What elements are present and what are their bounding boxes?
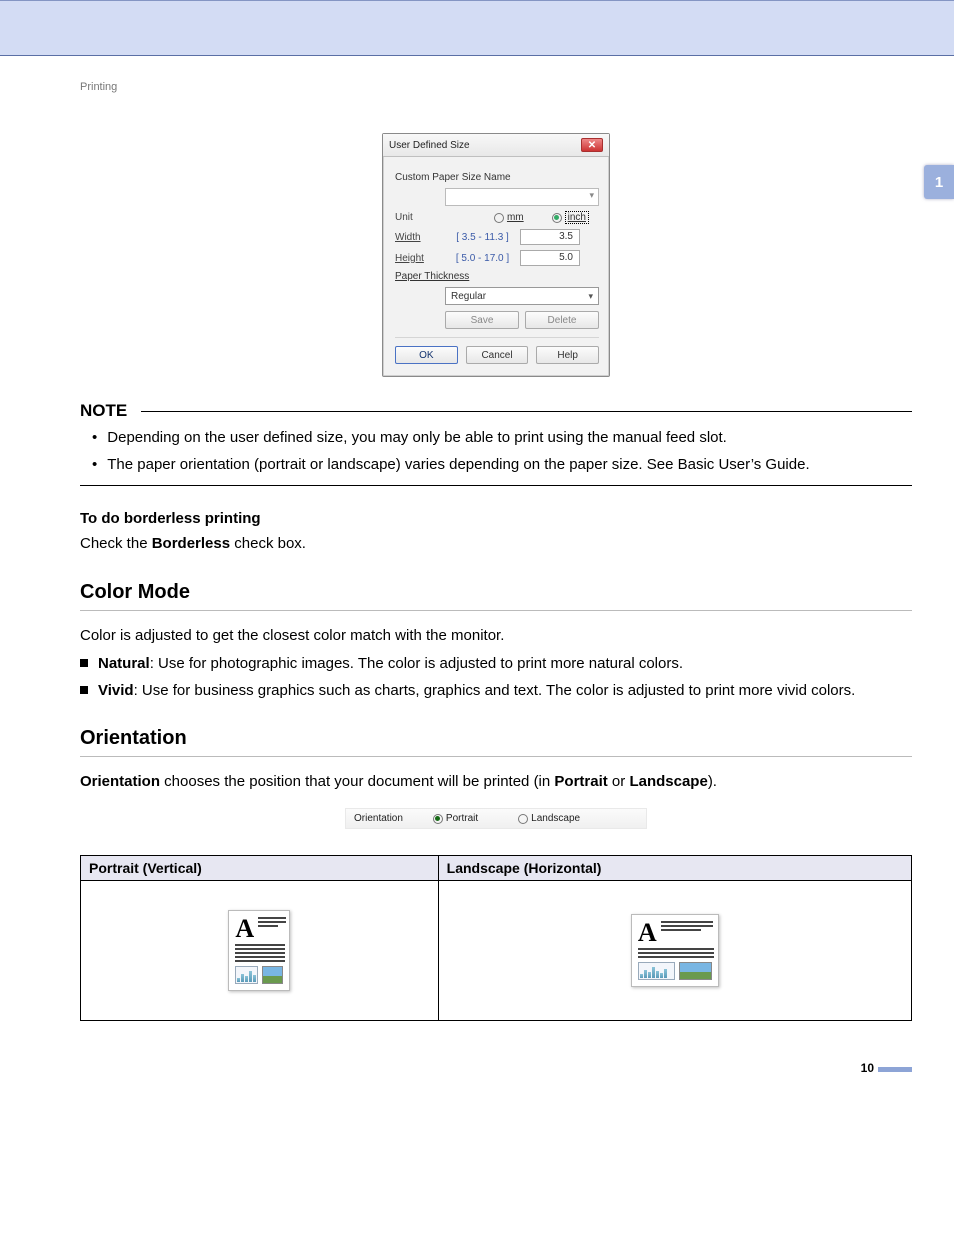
- borderless-heading: To do borderless printing: [80, 510, 912, 527]
- thickness-select[interactable]: Regular: [445, 287, 599, 305]
- orientation-col-portrait: Portrait (Vertical): [81, 856, 439, 881]
- width-label: Width: [395, 232, 445, 243]
- color-mode-item: Natural: Use for photographic images. Th…: [80, 653, 912, 674]
- landscape-radio-label: Landscape: [531, 813, 580, 824]
- unit-inch-label: inch: [565, 211, 589, 224]
- portrait-radio[interactable]: Portrait: [433, 813, 478, 824]
- orientation-heading: Orientation: [80, 727, 912, 750]
- color-mode-item: Vivid: Use for business graphics such as…: [80, 680, 912, 701]
- note-item: The paper orientation (portrait or lands…: [92, 454, 912, 475]
- dialog-titlebar: User Defined Size ✕: [383, 134, 609, 157]
- width-range: [ 3.5 - 11.3 ]: [445, 232, 520, 243]
- save-button[interactable]: Save: [445, 311, 519, 329]
- breadcrumb: Printing: [80, 81, 912, 93]
- portrait-radio-label: Portrait: [446, 813, 478, 824]
- orientation-table: Portrait (Vertical) Landscape (Horizonta…: [80, 855, 912, 1021]
- dialog-close-button[interactable]: ✕: [581, 138, 603, 152]
- custom-name-combobox[interactable]: [445, 188, 599, 206]
- unit-mm-radio[interactable]: mm: [494, 211, 524, 224]
- custom-name-label: Custom Paper Size Name: [395, 172, 511, 183]
- color-mode-intro: Color is adjusted to get the closest col…: [80, 625, 912, 647]
- width-input[interactable]: 3.5: [520, 229, 580, 245]
- landscape-radio[interactable]: Landscape: [518, 813, 580, 824]
- orientation-col-landscape: Landscape (Horizontal): [438, 856, 911, 881]
- note-item: Depending on the user defined size, you …: [92, 427, 912, 448]
- color-mode-heading: Color Mode: [80, 581, 912, 604]
- section-rule: [80, 610, 912, 611]
- page-number: 10: [0, 1061, 912, 1075]
- unit-mm-label: mm: [507, 212, 524, 223]
- top-header-band: [0, 0, 954, 55]
- landscape-sample-icon: A: [631, 914, 719, 987]
- orientation-label: Orientation: [354, 813, 403, 824]
- note-rule: [141, 411, 912, 412]
- delete-button[interactable]: Delete: [525, 311, 599, 329]
- portrait-sample-cell: A: [81, 881, 439, 1021]
- radio-icon: [494, 213, 504, 223]
- height-range: [ 5.0 - 17.0 ]: [445, 253, 520, 264]
- height-label: Height: [395, 253, 445, 264]
- orientation-setting-snippet: Orientation Portrait Landscape: [345, 808, 647, 829]
- cancel-button[interactable]: Cancel: [466, 346, 529, 364]
- chapter-tab: 1: [924, 165, 954, 199]
- thickness-label: Paper Thickness: [395, 271, 469, 282]
- portrait-sample-icon: A: [228, 910, 290, 991]
- radio-icon: [552, 213, 562, 223]
- borderless-text: Check the Borderless check box.: [80, 533, 912, 555]
- note-end-rule: [80, 485, 912, 486]
- user-defined-size-dialog: User Defined Size ✕ Custom Paper Size Na…: [382, 133, 610, 377]
- section-rule: [80, 756, 912, 757]
- orientation-sentence: Orientation chooses the position that yo…: [80, 771, 912, 793]
- close-icon: ✕: [588, 140, 596, 151]
- note-heading: NOTE: [80, 401, 127, 421]
- height-input[interactable]: 5.0: [520, 250, 580, 266]
- landscape-sample-cell: A: [438, 881, 911, 1021]
- dialog-title-text: User Defined Size: [389, 140, 470, 151]
- thickness-value: Regular: [451, 291, 486, 302]
- help-button[interactable]: Help: [536, 346, 599, 364]
- radio-icon: [518, 814, 528, 824]
- unit-label: Unit: [395, 212, 445, 223]
- ok-button[interactable]: OK: [395, 346, 458, 364]
- page-number-bar-icon: [878, 1067, 912, 1072]
- radio-icon: [433, 814, 443, 824]
- unit-inch-radio[interactable]: inch: [552, 211, 589, 224]
